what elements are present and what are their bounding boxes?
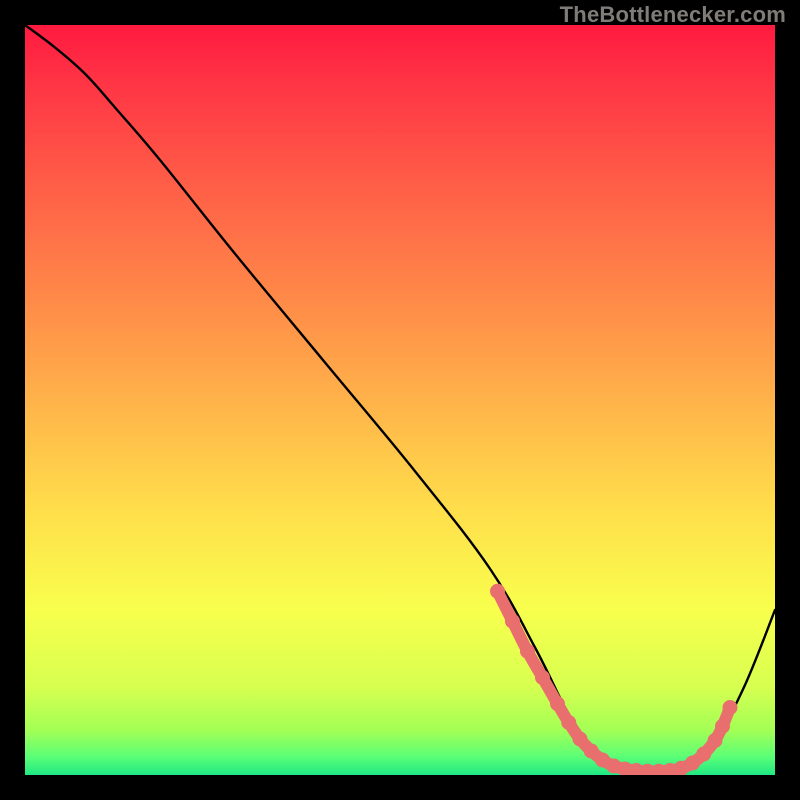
highlight-dot — [505, 614, 520, 629]
plot-background-gradient — [25, 25, 775, 775]
highlight-dot — [550, 696, 565, 711]
highlight-dot — [535, 670, 550, 685]
highlight-dot — [708, 733, 723, 748]
chart-frame: TheBottlenecker.com — [0, 0, 800, 800]
highlight-dot — [520, 644, 535, 659]
highlight-dot — [573, 732, 588, 747]
highlight-dot — [696, 747, 711, 762]
highlight-dot — [561, 715, 576, 730]
highlight-dot — [715, 719, 730, 734]
highlight-dot — [723, 700, 738, 715]
bottleneck-chart — [0, 0, 800, 800]
highlight-dot — [490, 584, 505, 599]
